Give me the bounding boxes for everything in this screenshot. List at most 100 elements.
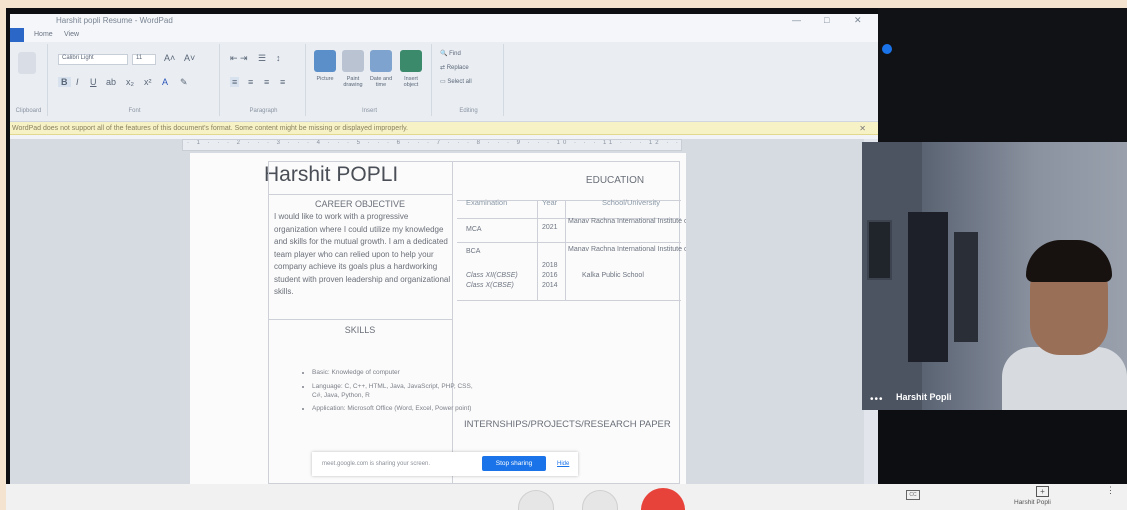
align-left-icon[interactable]: ≡ <box>230 77 240 87</box>
list-icon[interactable]: ☰ <box>258 53 266 64</box>
edu-school: Kalka Public School <box>582 272 644 279</box>
ruler[interactable]: · 1 · · · 2 · · · 3 · · · 4 · · · 5 · · … <box>182 139 682 151</box>
screen-share-bar: meet.google.com is sharing your screen. … <box>312 452 578 476</box>
insert-object-button-label: Insert object <box>403 76 419 88</box>
edu-exam: Class X(CBSE) <box>466 282 514 289</box>
font-color-icon[interactable]: A <box>162 77 168 87</box>
select-all-button[interactable]: ▭ Select all <box>440 78 472 85</box>
paragraph-label: Paragraph <box>249 108 278 114</box>
school-column-header: School/University <box>602 198 660 207</box>
participant-video-tile[interactable]: ••• Harshit Popli <box>862 142 1127 410</box>
picture-button-label: Picture <box>316 76 334 82</box>
find-label: Find <box>449 51 461 57</box>
close-warning-icon[interactable]: ✕ <box>859 124 866 133</box>
stop-sharing-button[interactable]: Stop sharing <box>482 456 546 471</box>
participant-name: Harshit Popli <box>896 392 952 402</box>
maximize-icon[interactable]: □ <box>824 15 829 25</box>
participant-shirt <box>1002 347 1127 410</box>
meet-controls-bar: CC + Harshit Popli ⋮ <box>6 484 1127 510</box>
edu-year: 2018 <box>542 262 558 269</box>
notification-dot-icon <box>882 44 892 54</box>
paint-drawing-icon[interactable] <box>342 50 364 72</box>
tab-home[interactable]: Home <box>34 31 53 38</box>
align-right-icon[interactable]: ≡ <box>264 77 269 87</box>
font-label: Font <box>128 108 141 114</box>
present-screen-icon[interactable]: + <box>1036 486 1049 497</box>
present-label: Harshit Popli <box>1014 499 1051 506</box>
photo-frame: Harshit popli Resume - WordPad — □ ✕ Hom… <box>0 0 1127 510</box>
meet-background <box>878 8 1127 142</box>
paragraph-group: ⇤ ⇥ ☰ ↕ ≡ ≡ ≡ ≡ Paragraph <box>222 44 306 116</box>
table-divider <box>457 300 681 301</box>
more-menu-icon[interactable]: ⋮ <box>1106 486 1115 495</box>
resume-table <box>268 161 681 484</box>
strikethrough-icon[interactable]: ab <box>106 77 116 87</box>
table-divider <box>457 242 681 243</box>
edu-school: Manav Rachna International Institute of … <box>568 246 686 253</box>
replace-button[interactable]: ⇄ Replace <box>440 64 469 71</box>
ribbon-tabs: Home View <box>10 28 878 42</box>
insert-object-icon[interactable] <box>400 50 422 72</box>
warning-bar: WordPad does not support all of the feat… <box>10 122 878 135</box>
skills-heading: SKILLS <box>344 325 376 335</box>
date-time-icon[interactable] <box>370 50 392 72</box>
doorway <box>908 212 948 362</box>
select-all-label: Select all <box>447 79 472 85</box>
more-options-icon[interactable]: ••• <box>870 394 884 405</box>
year-column-header: Year <box>542 198 558 207</box>
tab-view[interactable]: View <box>64 31 79 38</box>
skill-item: Language: C, C++, HTML, Java, JavaScript… <box>312 383 475 401</box>
monitor-screen: Harshit popli Resume - WordPad — □ ✕ Hom… <box>6 8 1127 510</box>
paste-icon[interactable] <box>18 52 36 74</box>
picture-icon[interactable] <box>314 50 336 72</box>
end-call-button[interactable] <box>641 488 685 510</box>
editing-group: 🔍 Find ⇄ Replace ▭ Select all Editing <box>434 44 504 116</box>
skill-item: Basic: Knowledge of computer <box>312 369 475 378</box>
internships-heading: INTERNSHIPS/PROJECTS/RESEARCH PAPER <box>464 419 671 430</box>
file-menu-button[interactable] <box>10 28 24 42</box>
captions-icon[interactable]: CC <box>906 490 920 500</box>
doorway <box>954 232 978 342</box>
minimize-icon[interactable]: — <box>792 15 801 25</box>
line-spacing-icon[interactable]: ↕ <box>276 53 281 63</box>
document-page[interactable]: Harshit POPLI CAREER OBJECTIVE I would l… <box>190 153 686 484</box>
font-size-select[interactable]: 11 <box>132 54 156 65</box>
share-message: meet.google.com is sharing your screen. <box>322 461 431 467</box>
edu-school: Manav Rachna International Institute of … <box>568 218 686 225</box>
table-divider <box>537 200 538 300</box>
find-button[interactable]: 🔍 Find <box>440 50 461 57</box>
align-center-icon[interactable]: ≡ <box>248 77 253 87</box>
font-name-select[interactable]: Calibri Light <box>58 54 128 65</box>
close-icon[interactable]: ✕ <box>854 15 862 26</box>
date-time-button-label: Date and time <box>369 76 393 88</box>
wordpad-window: Harshit popli Resume - WordPad — □ ✕ Hom… <box>10 14 878 484</box>
justify-icon[interactable]: ≡ <box>280 77 285 87</box>
underline-icon[interactable]: U <box>90 77 97 87</box>
window-title: Harshit popli Resume - WordPad <box>56 16 173 25</box>
shrink-font-icon[interactable]: A˅ <box>184 53 195 63</box>
career-objective-heading: CAREER OBJECTIVE <box>314 199 406 209</box>
indent-icon[interactable]: ⇤ ⇥ <box>230 53 248 64</box>
clipboard-group: Clipboard <box>10 44 48 116</box>
font-group: Calibri Light 11 A˄ A˅ B I U ab x₂ x² A … <box>50 44 220 116</box>
superscript-icon[interactable]: x² <box>144 77 152 87</box>
grow-font-icon[interactable]: A˄ <box>164 53 175 63</box>
italic-icon[interactable]: I <box>76 77 79 87</box>
warning-text: WordPad does not support all of the feat… <box>12 125 408 132</box>
document-area[interactable]: · 1 · · · 2 · · · 3 · · · 4 · · · 5 · · … <box>10 139 878 484</box>
table-divider <box>565 200 566 300</box>
bold-icon[interactable]: B <box>58 77 71 87</box>
leave-call-ring[interactable] <box>582 490 618 510</box>
mic-button[interactable] <box>518 490 554 510</box>
highlight-icon[interactable]: ✎ <box>180 77 188 88</box>
career-objective-text: I would like to work with a progressive … <box>274 212 451 296</box>
skills-list: Basic: Knowledge of computer Language: C… <box>300 369 475 419</box>
subscript-icon[interactable]: x₂ <box>126 77 134 87</box>
hide-button[interactable]: Hide <box>557 461 569 467</box>
edu-exam: MCA <box>466 226 482 233</box>
insert-label: Insert <box>361 108 377 114</box>
edu-year: 2016 <box>542 272 558 279</box>
ribbon: Clipboard Calibri Light 11 A˄ A˅ B I U a… <box>10 42 878 122</box>
edu-year: 2014 <box>542 282 558 289</box>
paint-drawing-button-label: Paint drawing <box>343 76 363 88</box>
